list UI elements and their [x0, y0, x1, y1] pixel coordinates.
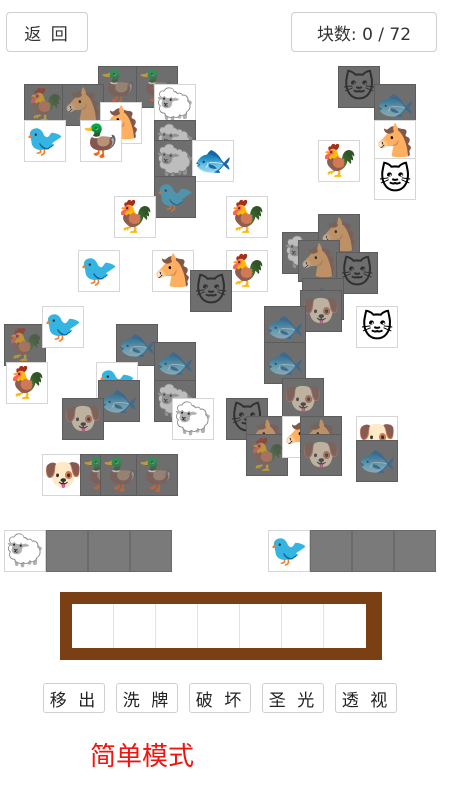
holy-light-button[interactable]: 圣 光 [262, 683, 324, 713]
sheep-icon: 🐑 [5, 533, 45, 569]
tile-rooster[interactable]: 🐓 [226, 196, 268, 238]
rooster-icon: 🐓 [247, 437, 287, 473]
cat-icon: 🐱 [360, 309, 394, 345]
tile-rooster: 🐓 [4, 324, 46, 366]
tile-fish: 🐟 [154, 342, 196, 384]
tile-dog: 🐶 [300, 290, 342, 332]
dog-icon: 🐶 [63, 401, 103, 437]
tray-slot [240, 604, 282, 648]
tile-cat[interactable]: 🐱 [356, 306, 398, 348]
tile-cat: 🐱 [190, 270, 232, 312]
cat-icon: 🐱 [378, 161, 412, 197]
rooster-icon: 🐓 [227, 253, 267, 289]
fish-icon: 🐟 [265, 309, 305, 345]
sheep-icon: 🐑 [173, 401, 213, 437]
tile-rooster[interactable]: 🐓 [226, 250, 268, 292]
rooster-icon: 🐓 [319, 143, 359, 179]
duck-icon: 🦆 [137, 457, 177, 493]
tile-horse[interactable]: 🐴 [152, 250, 194, 292]
stack-slot [88, 530, 130, 572]
stack-slot [310, 530, 352, 572]
fish-icon: 🐟 [357, 443, 397, 479]
horse-icon: 🐴 [299, 243, 339, 279]
shuffle-button[interactable]: 洗 牌 [116, 683, 178, 713]
remove-button[interactable]: 移 出 [43, 683, 105, 713]
dog-icon: 🐶 [301, 437, 341, 473]
rooster-icon: 🐓 [115, 199, 155, 235]
tile-dog: 🐶 [62, 398, 104, 440]
rooster-icon: 🐓 [7, 365, 47, 401]
see-through-button[interactable]: 透 视 [335, 683, 397, 713]
rooster-icon: 🐓 [227, 199, 267, 235]
tile-sheep[interactable]: 🐑 [172, 398, 214, 440]
tile-dog: 🐶 [300, 434, 342, 476]
tile-bird[interactable]: 🐦 [42, 306, 84, 348]
tile-duck[interactable]: 🦆 [80, 120, 122, 162]
stack-slot [394, 530, 436, 572]
dog-icon: 🐶 [283, 381, 323, 417]
tile-fish[interactable]: 🐟 [192, 140, 234, 182]
collection-tray [60, 592, 382, 660]
bird-icon: 🐦 [155, 179, 195, 215]
tile-dog[interactable]: 🐶 [42, 454, 84, 496]
horse-icon: 🐴 [375, 123, 415, 159]
stack-slot [352, 530, 394, 572]
stack-slot[interactable]: 🐑 [4, 530, 46, 572]
fish-icon: 🐟 [265, 345, 305, 381]
tile-cat[interactable]: 🐱 [374, 158, 416, 200]
tile-dog: 🐶 [282, 378, 324, 420]
bird-icon: 🐦 [269, 533, 309, 569]
mode-label: 简单模式 [90, 742, 195, 772]
stack-slot [46, 530, 88, 572]
tray-slot [156, 604, 198, 648]
tray-slot [114, 604, 156, 648]
stack-slot[interactable]: 🐦 [268, 530, 310, 572]
fish-icon: 🐟 [155, 345, 195, 381]
fish-icon: 🐟 [117, 327, 157, 363]
cat-icon: 🐱 [342, 69, 376, 105]
fish-icon: 🐟 [99, 383, 139, 419]
tile-rooster[interactable]: 🐓 [114, 196, 156, 238]
cat-icon: 🐱 [194, 273, 228, 309]
rooster-icon: 🐓 [25, 87, 65, 123]
sheep-icon: 🐑 [155, 87, 195, 123]
fish-icon: 🐟 [193, 143, 233, 179]
duck-icon: 🦆 [101, 457, 141, 493]
bird-icon: 🐦 [79, 253, 119, 289]
sheep-icon: 🐑 [155, 143, 195, 179]
tile-bird[interactable]: 🐦 [24, 120, 66, 162]
rooster-icon: 🐓 [5, 327, 45, 363]
break-button[interactable]: 破 坏 [189, 683, 251, 713]
tile-bird: 🐦 [154, 176, 196, 218]
duck-icon: 🦆 [81, 123, 121, 159]
tile-bird[interactable]: 🐦 [78, 250, 120, 292]
bird-icon: 🐦 [25, 123, 65, 159]
bird-icon: 🐦 [43, 309, 83, 345]
dog-icon: 🐶 [43, 457, 83, 493]
tile-fish: 🐟 [116, 324, 158, 366]
tray-slot [198, 604, 240, 648]
tile-rooster[interactable]: 🐓 [6, 362, 48, 404]
tray-slot [324, 604, 366, 648]
tray-slot [72, 604, 114, 648]
stack-slot [130, 530, 172, 572]
dog-icon: 🐶 [301, 293, 341, 329]
tile-fish: 🐟 [98, 380, 140, 422]
tile-fish: 🐟 [356, 440, 398, 482]
tile-horse: 🐴 [298, 240, 340, 282]
tile-board: 🦆🦆🐓🐴🐴🐑🐱🐟🐦🦆🐑🐑🐟🐓🐴🐱🐦🐓🐓🐑🐴🐴🐱🐦🐴🐓🐱🐟🐶🐓🐦🐟🐟🐟🐱🐟🐓🐦🐟🐑… [0, 0, 450, 520]
horse-icon: 🐴 [63, 87, 103, 123]
duck-icon: 🦆 [99, 69, 139, 105]
tray-slot [282, 604, 324, 648]
tile-duck: 🦆 [136, 454, 178, 496]
horse-icon: 🐴 [153, 253, 193, 289]
tile-rooster[interactable]: 🐓 [318, 140, 360, 182]
fish-icon: 🐟 [375, 87, 415, 123]
tile-horse[interactable]: 🐴 [374, 120, 416, 162]
